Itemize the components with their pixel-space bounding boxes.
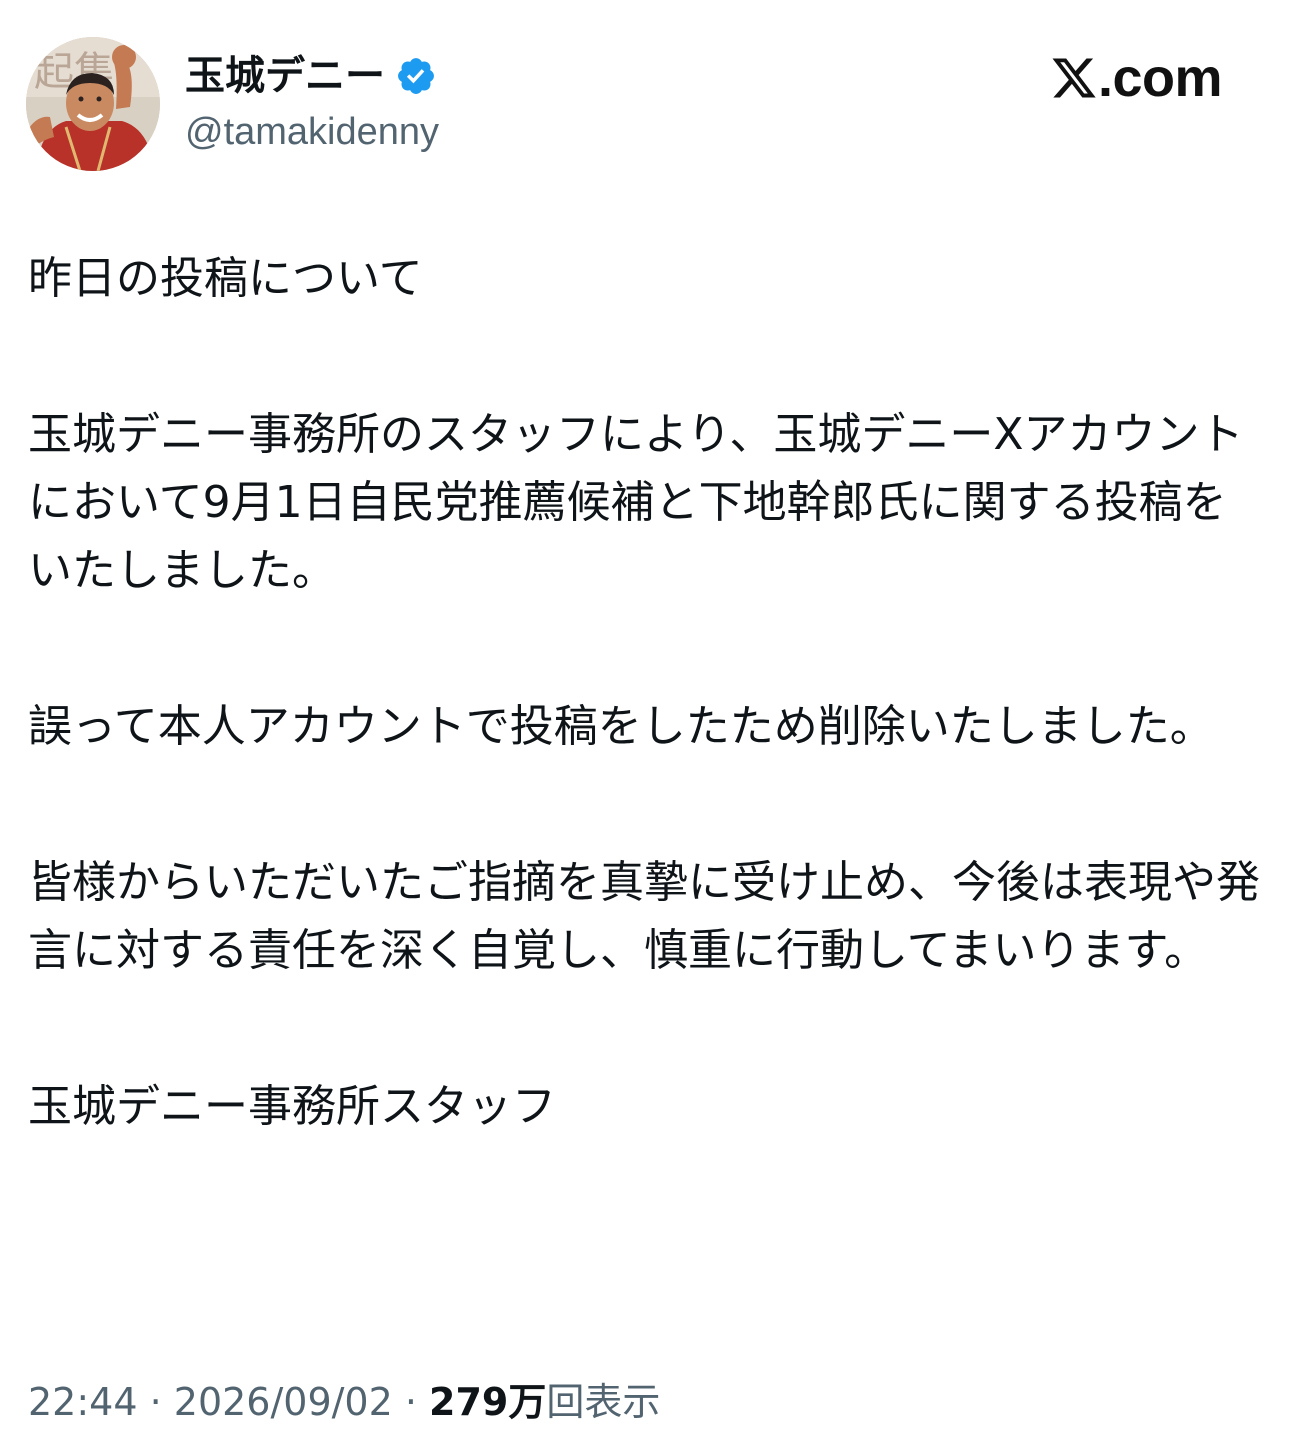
tweet-text: 昨日の投稿について 玉城デニー事務所のスタッフにより、玉城デニーXアカウントにお… <box>28 245 1262 1141</box>
name-row: 玉城デニー <box>185 50 437 102</box>
tweet-time[interactable]: 22:44 <box>28 1380 138 1424</box>
meta-separator: · <box>392 1380 430 1424</box>
tweet-card: 起集 玉城デニー @tamakidenny .com 昨日の投稿について 玉城デ… <box>0 0 1290 1451</box>
avatar[interactable]: 起集 <box>26 37 160 171</box>
tweet-paragraph: 誤って本人アカウントで投稿をしたため削除いたしました。 <box>28 701 1214 752</box>
verified-badge-icon <box>395 55 437 97</box>
meta-separator: · <box>137 1380 174 1424</box>
site-domain: .com <box>1097 48 1223 108</box>
display-name[interactable]: 玉城デニー <box>185 50 385 102</box>
tweet-meta: 22:44 · 2026/09/02 · 279万回表示 <box>28 1375 660 1429</box>
tweet-paragraph: 玉城デニー事務所スタッフ <box>28 1081 556 1132</box>
user-handle[interactable]: @tamakidenny <box>185 108 439 156</box>
views-label: 回表示 <box>546 1380 661 1424</box>
x-logo-icon <box>1050 54 1098 102</box>
avatar-image: 起集 <box>26 37 160 171</box>
tweet-paragraph: 玉城デニー事務所のスタッフにより、玉城デニーXアカウントにおいて9月1日自民党推… <box>28 409 1244 596</box>
tweet-date[interactable]: 2026/09/02 <box>174 1380 393 1424</box>
tweet-paragraph: 昨日の投稿について <box>28 253 423 304</box>
views-count[interactable]: 279万 <box>429 1380 546 1424</box>
tweet-paragraph: 皆様からいただいたご指摘を真摯に受け止め、今後は表現や発言に対する責任を深く自覚… <box>28 857 1260 976</box>
site-logo: .com <box>1050 48 1223 108</box>
